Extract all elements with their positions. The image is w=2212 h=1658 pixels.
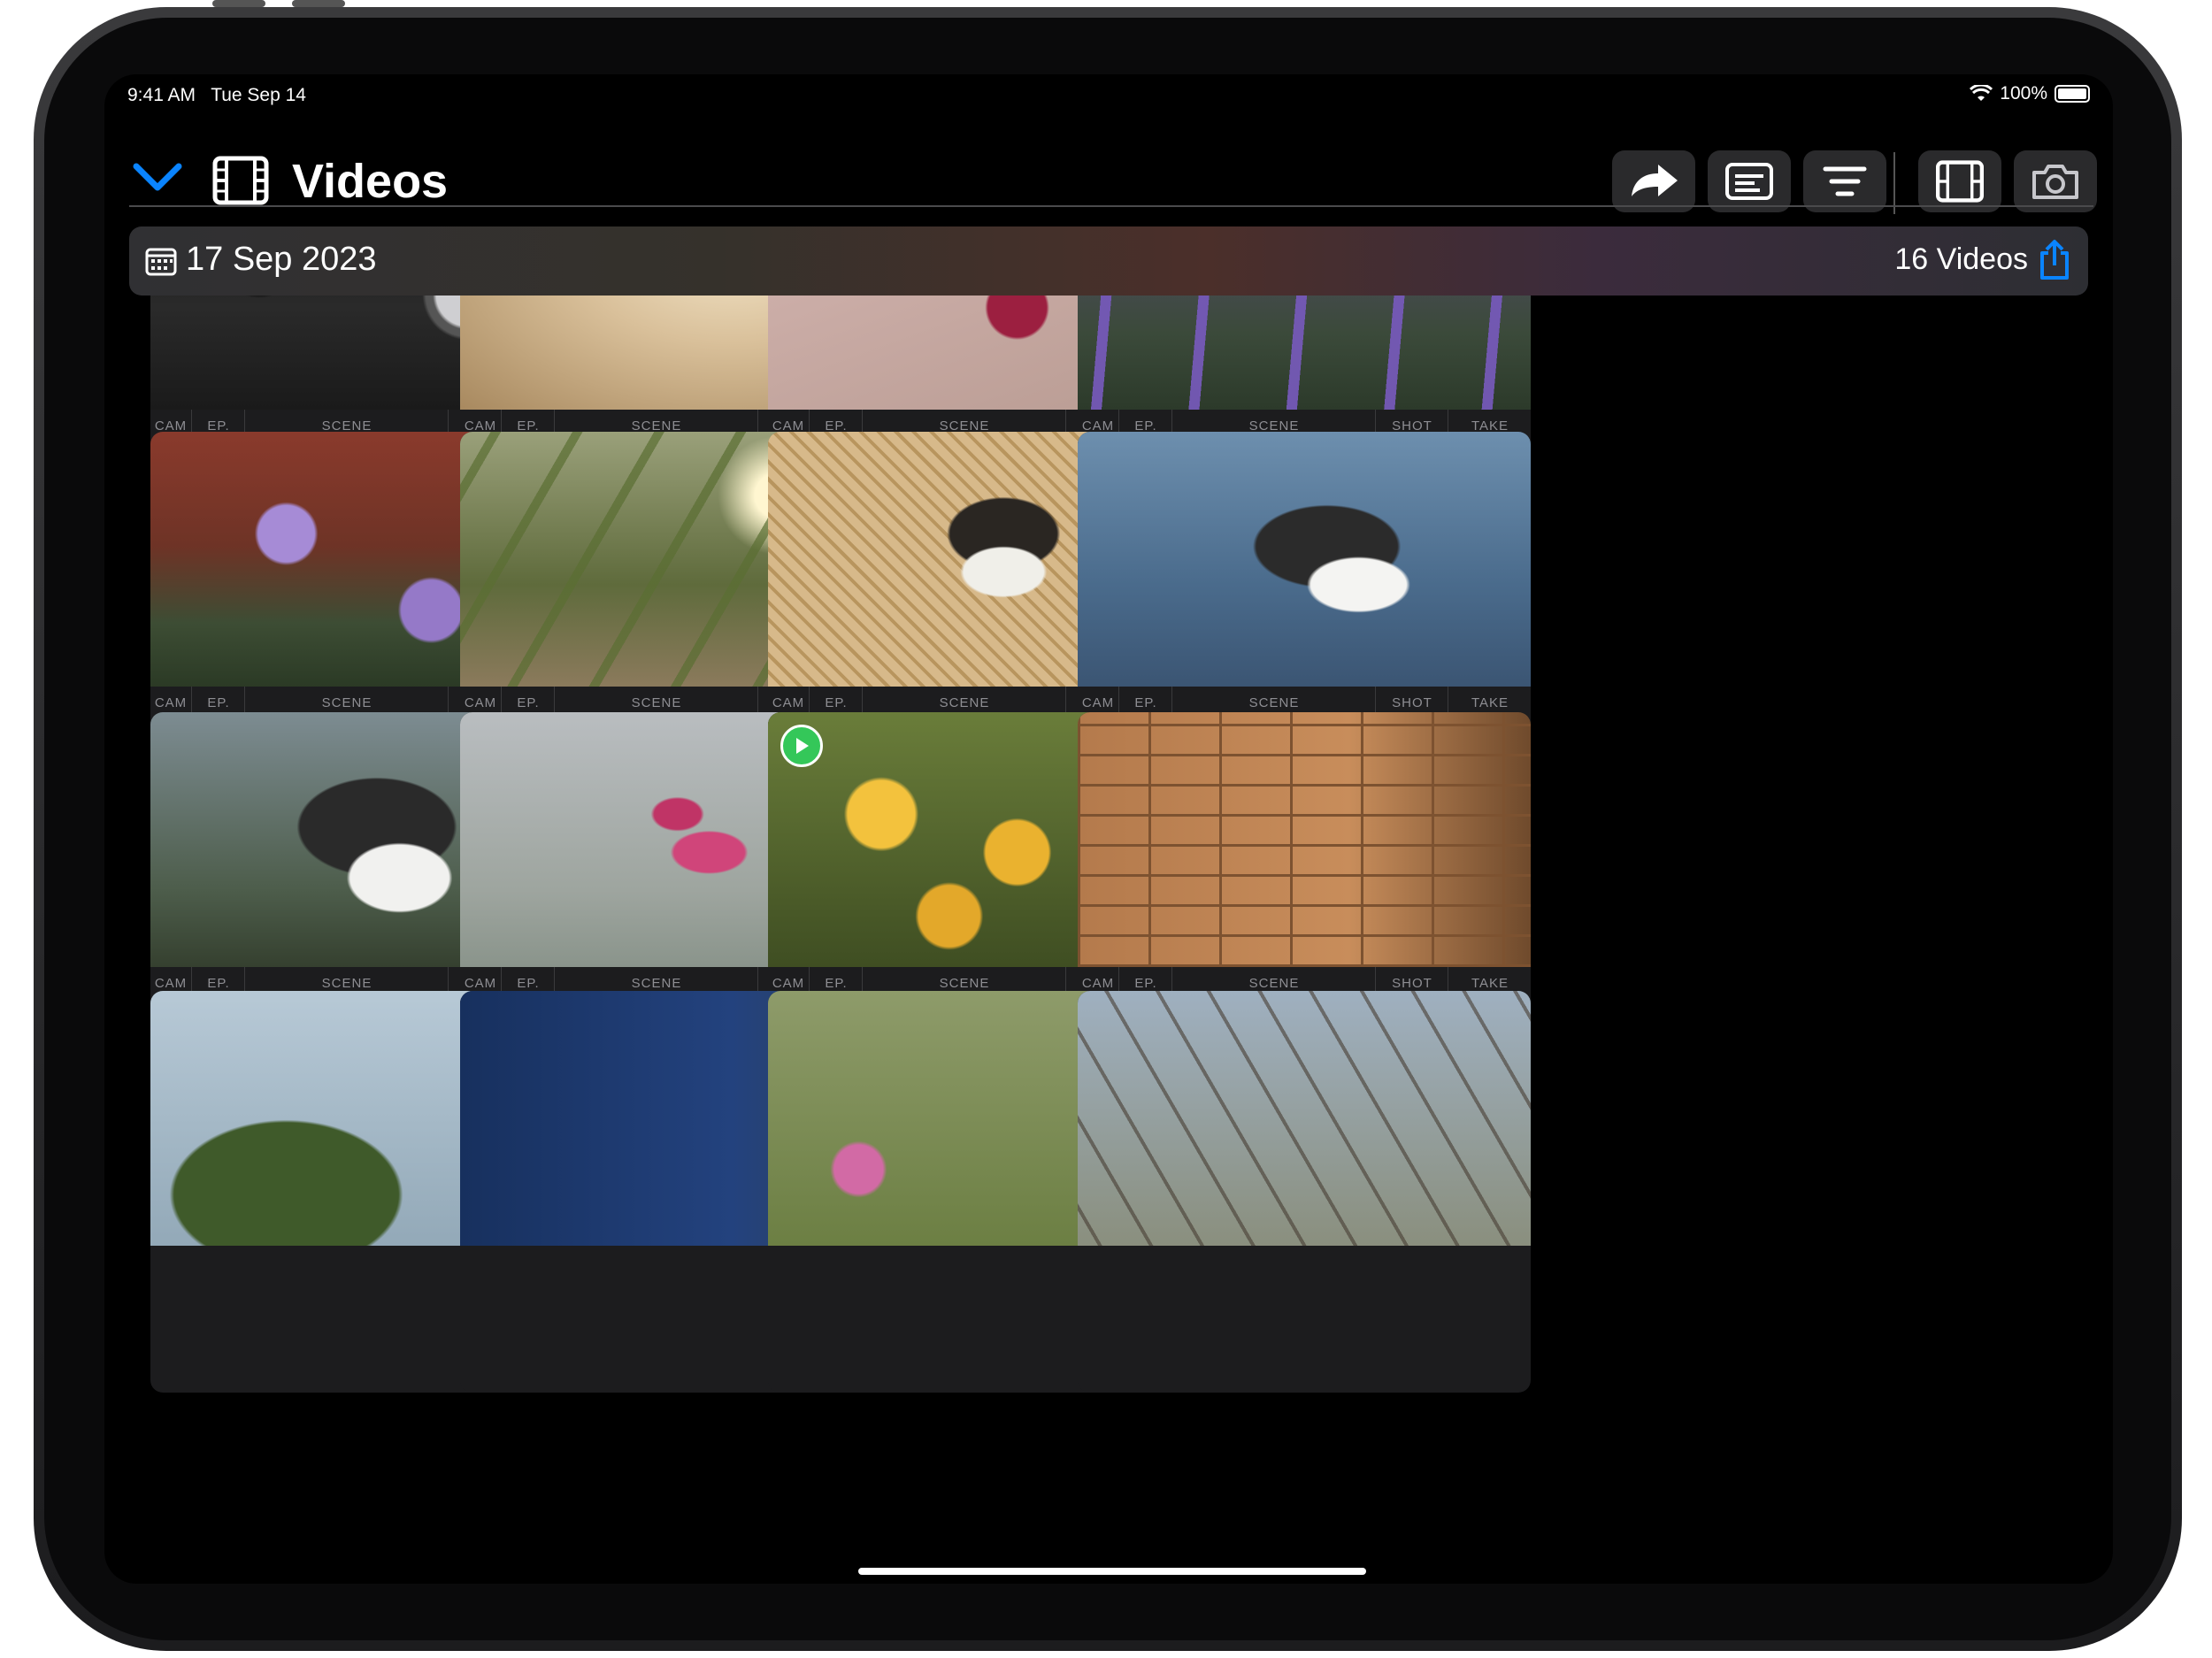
chevron-down-icon[interactable]: [133, 163, 182, 193]
share-forward-button[interactable]: [1612, 150, 1695, 212]
ep-label: EP.: [517, 695, 540, 710]
scene-label: SCENE: [321, 976, 373, 991]
video-thumbnail[interactable]: [1078, 283, 1531, 410]
captions-button[interactable]: [1708, 150, 1791, 212]
film-icon: [212, 156, 269, 205]
ep-label: EP.: [517, 976, 540, 991]
calendar-icon: [145, 248, 177, 276]
status-time: 9:41 AM Tue Sep 14: [127, 85, 306, 105]
video-count: 16 Videos: [1894, 242, 2028, 276]
cam-label: CAM: [772, 695, 805, 710]
ep-label: EP.: [825, 976, 848, 991]
ep-label: EP.: [207, 976, 230, 991]
shot-label: SHOT: [1392, 695, 1432, 710]
volume-button: [292, 0, 345, 7]
film-icon: [1936, 160, 1984, 203]
scene-label: SCENE: [939, 976, 990, 991]
cam-label: CAM: [154, 695, 188, 710]
ep-label: EP.: [1134, 976, 1157, 991]
filter-button[interactable]: [1803, 150, 1886, 212]
camera-icon: [2032, 165, 2078, 199]
scene-label: SCENE: [1248, 695, 1300, 710]
scene-label: SCENE: [321, 695, 373, 710]
cam-label: CAM: [772, 976, 805, 991]
scene-label: SCENE: [631, 695, 682, 710]
take-label: TAKE: [1471, 695, 1509, 710]
header-divider: [129, 205, 2093, 207]
battery-icon: [2055, 85, 2090, 103]
date-header-bar: 17 Sep 2023 16 Videos: [129, 226, 2088, 296]
cam-label: CAM: [154, 976, 188, 991]
video-thumbnail[interactable]: [1078, 712, 1531, 967]
video-thumbnail[interactable]: [1078, 991, 1531, 1246]
video-card[interactable]: [1078, 991, 1531, 1393]
volume-button: [212, 0, 265, 7]
take-label: TAKE: [1471, 976, 1509, 991]
video-thumbnail[interactable]: [1078, 432, 1531, 687]
video-mode-button[interactable]: [1918, 150, 2001, 212]
nav-bar: Videos: [104, 127, 2113, 225]
screen: 9:41 AM Tue Sep 14 100% Videos CAMAEP.E0…: [104, 74, 2113, 1584]
photo-mode-button[interactable]: [2014, 150, 2097, 212]
video-grid: CAMAEP.E01SCENE6” AUDIO MIXERSHOT5CTAKE1…: [104, 283, 2113, 1584]
ep-label: EP.: [1134, 695, 1157, 710]
forward-arrow-icon: [1632, 165, 1678, 196]
scene-label: SCENE: [939, 695, 990, 710]
wifi-icon: [1970, 85, 1993, 101]
cam-label: CAM: [464, 976, 497, 991]
shot-label: SHOT: [1392, 976, 1432, 991]
home-indicator[interactable]: [858, 1568, 1366, 1575]
filter-lines-icon: [1823, 166, 1867, 196]
scene-label: SCENE: [1248, 976, 1300, 991]
play-icon[interactable]: [780, 725, 823, 767]
ep-label: EP.: [207, 695, 230, 710]
status-bar: 9:41 AM Tue Sep 14 100%: [104, 74, 2113, 117]
section-date: 17 Sep 2023: [186, 241, 377, 278]
share-icon[interactable]: [2037, 239, 2072, 281]
cam-label: CAM: [1081, 695, 1115, 710]
cam-label: CAM: [1081, 976, 1115, 991]
page-title: Videos: [292, 155, 449, 208]
scene-label: SCENE: [631, 976, 682, 991]
battery-percent: 100%: [2000, 83, 2047, 104]
ep-label: EP.: [825, 695, 848, 710]
cam-label: CAM: [464, 695, 497, 710]
captions-icon: [1725, 163, 1773, 200]
